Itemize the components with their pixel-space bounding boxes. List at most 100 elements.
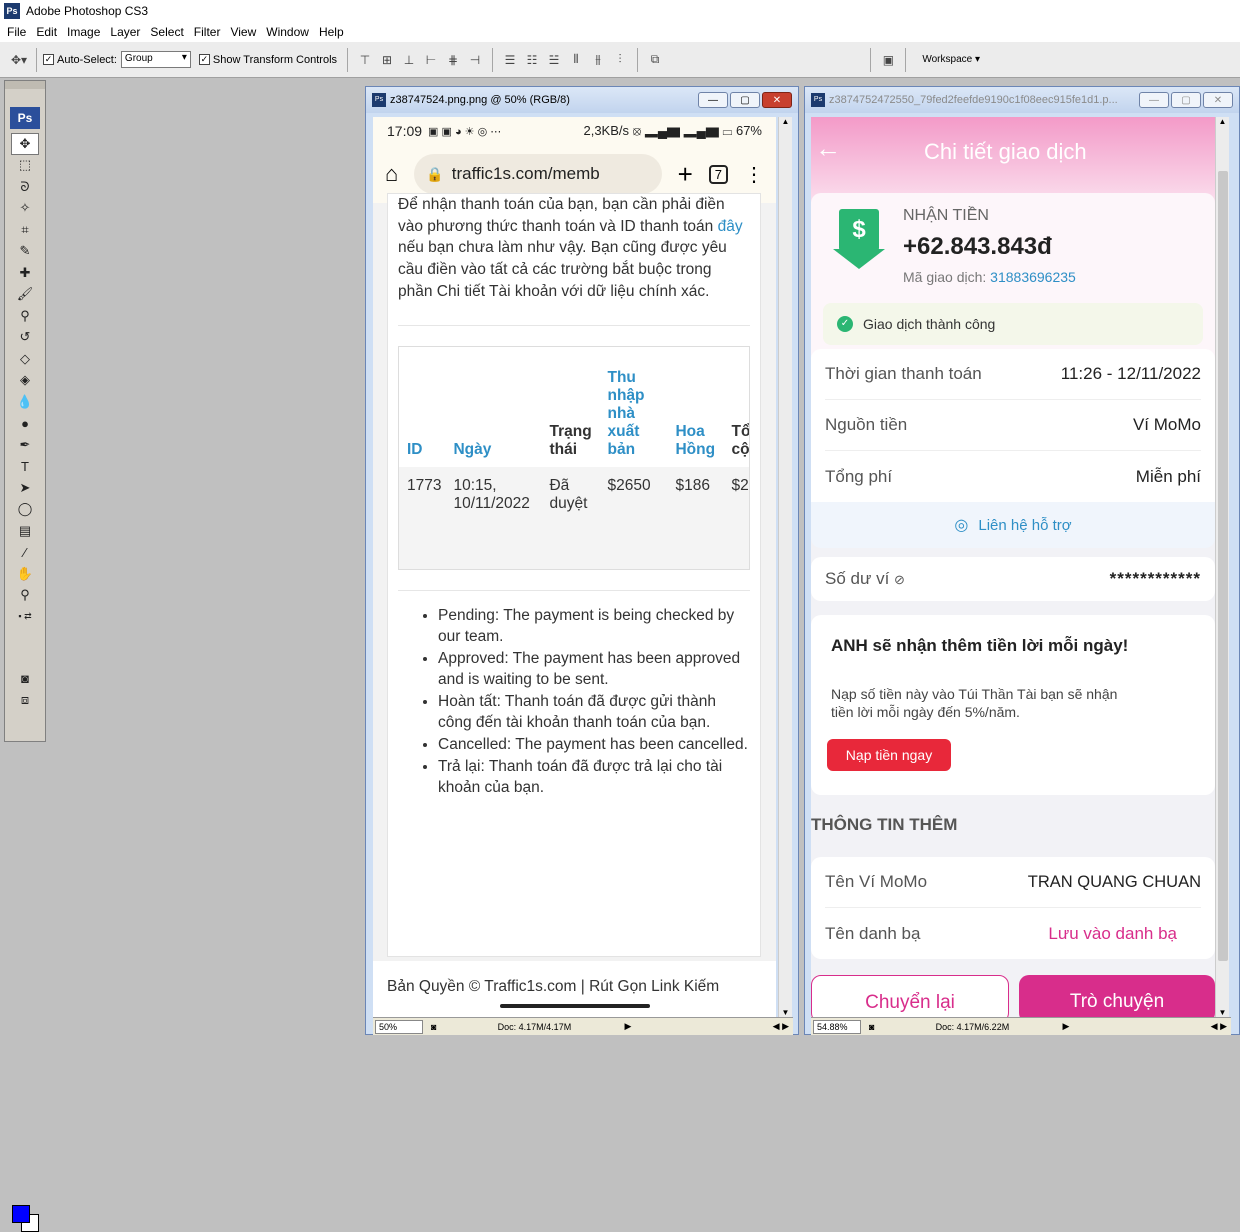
minimize-button[interactable]: — bbox=[1139, 92, 1169, 108]
menu-file[interactable]: File bbox=[7, 25, 26, 39]
eraser-tool-icon[interactable]: ◇ bbox=[11, 348, 39, 370]
scroll-up-icon[interactable]: ▲ bbox=[1216, 117, 1229, 126]
align-top-icon[interactable]: ⊤ bbox=[354, 50, 376, 70]
marquee-tool-icon[interactable]: ⬚ bbox=[11, 155, 39, 177]
document-titlebar[interactable]: Ps z3874752472550_79fed2feefde9190c1f08e… bbox=[805, 87, 1239, 113]
slice-tool-icon[interactable]: ✎ bbox=[11, 241, 39, 263]
ps-badge-icon[interactable]: Ps bbox=[10, 107, 40, 129]
document-canvas[interactable]: 17:09 ▣ ▣ ◕ ☀ ◎ ⋯ 2,3KB/s ⦻ ▂▄▆ ▂▄▆ ▭ 67… bbox=[373, 117, 776, 1017]
lasso-tool-icon[interactable]: ᘐ bbox=[11, 176, 39, 198]
document-statusbar: 50% ◙ Doc: 4.17M/4.17M ▶ ◀ ▶ bbox=[373, 1017, 793, 1035]
distribute-left-icon[interactable]: ⫴ bbox=[565, 50, 587, 70]
promo-button[interactable]: Nạp tiền ngay bbox=[827, 739, 951, 771]
eyedropper-icon[interactable]: ⁄ bbox=[11, 542, 39, 564]
type-tool-icon[interactable]: T bbox=[11, 456, 39, 478]
chat-button[interactable]: Trò chuyện bbox=[1019, 975, 1215, 1017]
shape-tool-icon[interactable]: ◯ bbox=[11, 499, 39, 521]
maximize-button[interactable]: ▢ bbox=[1171, 92, 1201, 108]
path-select-icon[interactable]: ➤ bbox=[11, 477, 39, 499]
document-canvas[interactable]: ← Chi tiết giao dịch $ NHẬN TIỀN +62.843… bbox=[811, 117, 1215, 1017]
show-transform-checkbox[interactable]: ✓ Show Transform Controls bbox=[198, 54, 337, 66]
menu-edit[interactable]: Edit bbox=[36, 25, 57, 39]
menu-filter[interactable]: Filter bbox=[194, 25, 221, 39]
magic-wand-icon[interactable]: ✧ bbox=[11, 198, 39, 220]
menu-bar: File Edit Image Layer Select Filter View… bbox=[0, 22, 1240, 42]
support-link[interactable]: ◎ Liên hệ hỗ trợ bbox=[811, 502, 1215, 548]
menu-image[interactable]: Image bbox=[67, 25, 100, 39]
transfer-again-button[interactable]: Chuyển lại bbox=[811, 975, 1009, 1017]
history-brush-icon[interactable]: ↺ bbox=[11, 327, 39, 349]
txn-id[interactable]: 31883696235 bbox=[990, 269, 1076, 285]
healing-brush-icon[interactable]: ✚ bbox=[11, 262, 39, 284]
notes-tool-icon[interactable]: ▤ bbox=[11, 520, 39, 542]
distribute-vcenter-icon[interactable]: ☷ bbox=[521, 50, 543, 70]
scroll-up-icon[interactable]: ▲ bbox=[779, 117, 792, 126]
status-menu-icon[interactable]: ◙ bbox=[431, 1022, 436, 1032]
hand-tool-icon[interactable]: ✋ bbox=[11, 563, 39, 585]
brush-tool-icon[interactable]: 🖌 bbox=[11, 284, 39, 306]
align-vcenter-icon[interactable]: ⊞ bbox=[376, 50, 398, 70]
close-button[interactable]: ✕ bbox=[1203, 92, 1233, 108]
swap-colors-icon[interactable]: ▪ ⇄ bbox=[11, 606, 39, 628]
back-arrow-icon[interactable]: ← bbox=[815, 133, 841, 164]
menu-view[interactable]: View bbox=[230, 25, 256, 39]
url-bar[interactable]: 🔒 traffic1s.com/memb bbox=[414, 154, 662, 194]
paint-bucket-icon[interactable]: ◈ bbox=[11, 370, 39, 392]
vertical-scrollbar[interactable]: ▲ ▼ bbox=[1215, 117, 1229, 1017]
quick-mask-icon[interactable]: ◙ bbox=[11, 668, 39, 690]
align-left-icon[interactable]: ⊢ bbox=[420, 50, 442, 70]
auto-select-dropdown[interactable]: Group bbox=[120, 51, 191, 68]
zoom-tool-icon[interactable]: ⚲ bbox=[11, 585, 39, 607]
menu-window[interactable]: Window bbox=[266, 25, 309, 39]
align-bottom-icon[interactable]: ⊥ bbox=[398, 50, 420, 70]
scroll-thumb[interactable] bbox=[1218, 171, 1228, 961]
transaction-details-card: Thời gian thanh toán 11:26 - 12/11/2022 N… bbox=[811, 349, 1215, 548]
crop-tool-icon[interactable]: ⌗ bbox=[11, 219, 39, 241]
new-tab-icon[interactable]: + bbox=[678, 159, 693, 190]
bridge-icon[interactable]: ▣ bbox=[877, 50, 899, 70]
hscroll-left-icon[interactable]: ◀ ▶ bbox=[1211, 1021, 1227, 1032]
auto-align-icon[interactable]: ⧉ bbox=[644, 50, 666, 70]
distribute-top-icon[interactable]: ☰ bbox=[499, 50, 521, 70]
workspace-menu[interactable]: Workspace ▾ bbox=[922, 54, 980, 65]
foreground-color-swatch[interactable] bbox=[12, 1204, 30, 1223]
distribute-hcenter-icon[interactable]: ⫵ bbox=[587, 50, 609, 70]
zoom-field[interactable]: 50% bbox=[375, 1019, 423, 1034]
document-titlebar[interactable]: Ps z38747524.png.png @ 50% (RGB/8) — ▢ ✕ bbox=[366, 87, 798, 113]
vertical-scrollbar[interactable]: ▲ ▼ bbox=[778, 117, 792, 1017]
minimize-button[interactable]: — bbox=[698, 92, 728, 108]
auto-select-checkbox[interactable]: ✓ Auto-Select: bbox=[43, 54, 117, 66]
save-contact-link[interactable]: Lưu vào danh bạ bbox=[1048, 924, 1177, 944]
close-button[interactable]: ✕ bbox=[762, 92, 792, 108]
status-arrow-icon[interactable]: ▶ bbox=[1062, 1021, 1069, 1032]
more-menu-icon[interactable]: ⋮ bbox=[744, 162, 764, 187]
menu-layer[interactable]: Layer bbox=[110, 25, 140, 39]
clone-stamp-icon[interactable]: ⚲ bbox=[11, 305, 39, 327]
align-right-icon[interactable]: ⊣ bbox=[464, 50, 486, 70]
move-tool-icon[interactable]: ✥ bbox=[11, 133, 39, 155]
distribute-right-icon[interactable]: ⫶ bbox=[609, 50, 631, 70]
home-icon[interactable]: ⌂ bbox=[385, 161, 398, 187]
lifebuoy-icon: ◎ bbox=[954, 517, 969, 534]
distribute-bottom-icon[interactable]: ☱ bbox=[543, 50, 565, 70]
panel-grip[interactable] bbox=[5, 81, 45, 89]
pen-tool-icon[interactable]: ✒ bbox=[11, 434, 39, 456]
blur-tool-icon[interactable]: 💧 bbox=[11, 391, 39, 413]
menu-select[interactable]: Select bbox=[150, 25, 183, 39]
row-label: Thời gian thanh toán bbox=[825, 364, 982, 383]
tab-count[interactable]: 7 bbox=[708, 164, 728, 184]
scroll-down-icon[interactable]: ▼ bbox=[779, 1008, 792, 1017]
zoom-field[interactable]: 54.88% bbox=[813, 1019, 861, 1034]
status-menu-icon[interactable]: ◙ bbox=[869, 1022, 874, 1032]
intro-link[interactable]: đây bbox=[718, 218, 743, 235]
status-arrow-icon[interactable]: ▶ bbox=[624, 1021, 631, 1032]
maximize-button[interactable]: ▢ bbox=[730, 92, 760, 108]
align-hcenter-icon[interactable]: ⋕ bbox=[442, 50, 464, 70]
menu-help[interactable]: Help bbox=[319, 25, 344, 39]
hscroll-left-icon[interactable]: ◀ ▶ bbox=[773, 1021, 789, 1032]
move-tool-preset-icon[interactable]: ✥▾ bbox=[8, 50, 30, 70]
dodge-tool-icon[interactable]: ● bbox=[11, 413, 39, 435]
screen-mode-icon[interactable]: ⧈ bbox=[11, 689, 39, 711]
scroll-down-icon[interactable]: ▼ bbox=[1216, 1008, 1229, 1017]
eye-slash-icon[interactable]: ⊘ bbox=[894, 572, 905, 587]
